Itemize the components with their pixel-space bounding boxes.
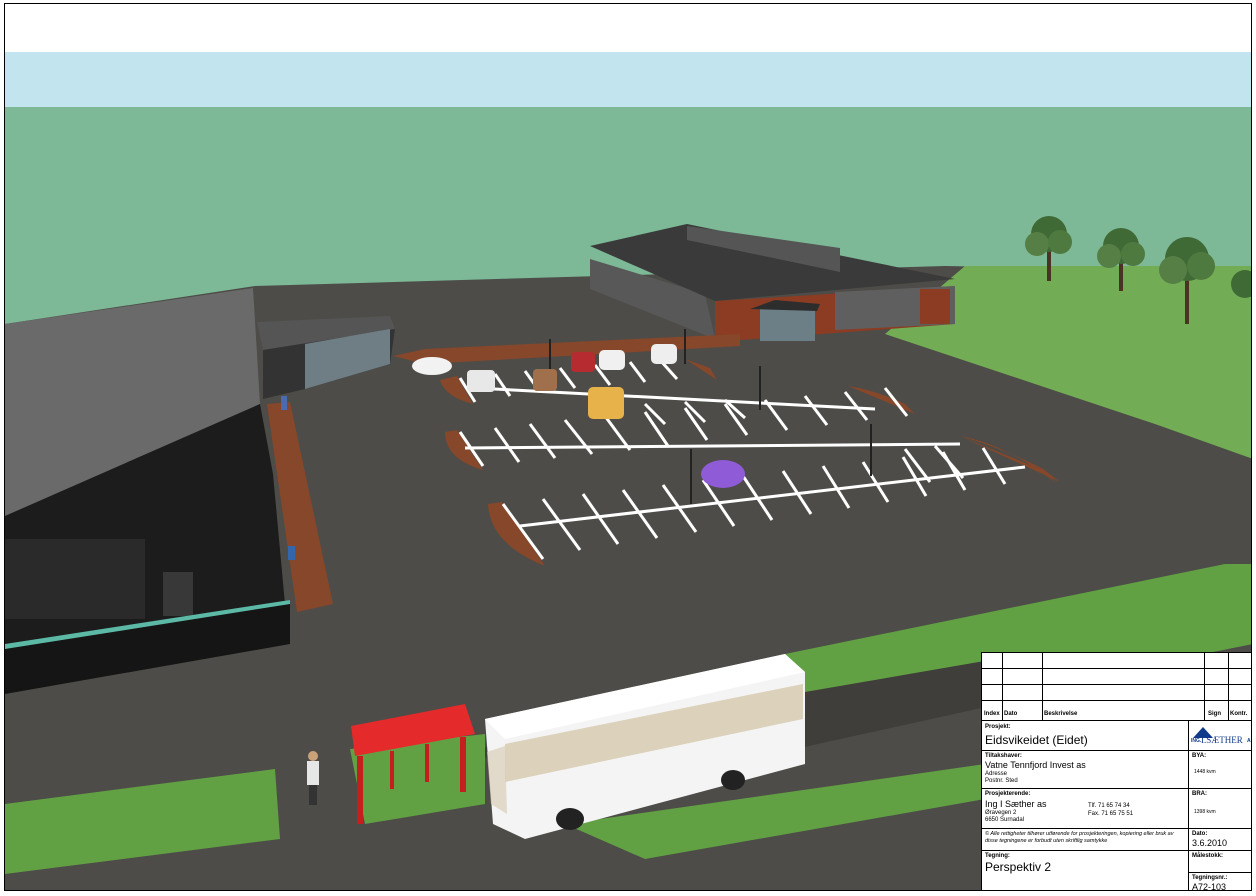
bya-label: BYA: — [1192, 753, 1207, 759]
description-header: Beskrivelse — [1044, 711, 1078, 717]
date-label: Dato: — [1192, 831, 1208, 837]
designer-fax: Fax. 71 65 75 51 — [1088, 811, 1134, 817]
sign-header: Sign — [1208, 711, 1221, 717]
date-value: 3.6.2010 — [1192, 838, 1228, 848]
drawing-number-value: A72-103 — [1192, 882, 1227, 891]
client-name: Vatne Tennfjord Invest as — [985, 760, 1086, 770]
designer-street: Øravegen 2 — [985, 810, 1017, 816]
revision-row — [982, 653, 1251, 669]
client-postal: Postnr. Sted — [985, 778, 1018, 784]
index-header: Index — [984, 711, 1000, 717]
project-label: Prosjekt: — [985, 724, 1011, 730]
bra-value: 1398 kvm — [1194, 809, 1216, 815]
scale-label: Målestokk: — [1192, 853, 1224, 859]
title-block: Index Dato Beskrivelse Sign Kontr. Prosj… — [981, 652, 1251, 891]
copyright-notice: © Alle rettigheter tilhører utførende fo… — [985, 831, 1174, 844]
designer-city: 6650 Surnadal — [985, 817, 1025, 823]
bra-label: BRA: — [1192, 791, 1207, 797]
sky — [5, 52, 1251, 108]
designer-name: Ing I Sæther as — [985, 799, 1047, 809]
designer-label: Prosjekterende: — [985, 791, 1031, 797]
designer-phone: Tlf. 71 65 74 34 — [1088, 803, 1130, 809]
revision-row — [982, 669, 1251, 685]
drawing-label: Tegning: — [985, 853, 1010, 859]
company-logo: ING. I.SÆTHER AS — [1189, 721, 1251, 751]
drawing-sheet: Index Dato Beskrivelse Sign Kontr. Prosj… — [4, 3, 1252, 891]
bya-value: 1448 kvm — [1194, 769, 1216, 775]
drawing-number-label: Tegningsnr.: — [1192, 875, 1228, 881]
revision-row — [982, 685, 1251, 701]
date-header: Dato — [1004, 711, 1018, 717]
drawing-name: Perspektiv 2 — [985, 860, 1052, 874]
control-header: Kontr. — [1230, 711, 1248, 717]
client-label: Tiltakshaver: — [985, 753, 1022, 759]
client-address: Adresse — [985, 771, 1008, 777]
project-name: Eidsvikeidet (Eidet) — [985, 733, 1088, 747]
